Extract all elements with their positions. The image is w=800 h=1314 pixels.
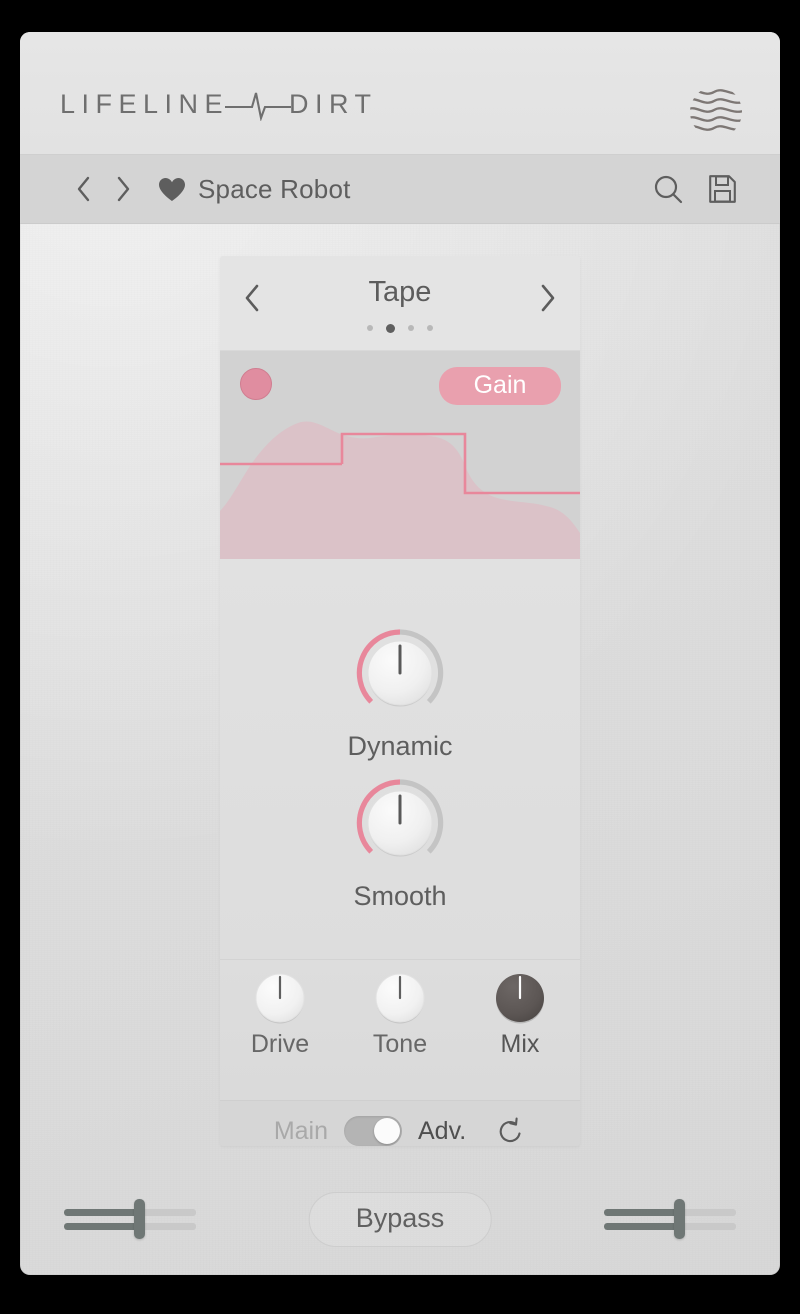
bypass-button[interactable]: Bypass <box>308 1191 492 1247</box>
knob-smooth-dial[interactable] <box>348 771 452 875</box>
chevron-right-icon <box>541 284 555 312</box>
input-slider-fill-top <box>64 1209 140 1216</box>
knob-tone-dial[interactable] <box>372 970 428 1026</box>
module-title: Tape <box>368 276 432 308</box>
module-reset-button[interactable] <box>496 1116 526 1146</box>
heart-icon <box>159 177 185 201</box>
bottom-bar: Bypass <box>20 1163 780 1275</box>
knob-dynamic: Dynamic <box>220 621 580 762</box>
knob-tone: Tone <box>345 970 455 1059</box>
knob-tone-label: Tone <box>372 1030 428 1058</box>
module-page-dots <box>220 323 580 333</box>
plugin-window: LIFELINE DIRT Space Robot Tape Gain Dyna… <box>20 32 780 1275</box>
module-small-knob-row: Drive Tone Mix <box>220 959 580 1100</box>
save-floppy-icon <box>709 175 736 203</box>
module-header: Tape <box>220 256 580 351</box>
output-slider-track-top[interactable] <box>604 1209 736 1216</box>
preset-favorite-button[interactable] <box>158 175 186 203</box>
level-indicator-dot[interactable] <box>240 368 272 400</box>
undo-reset-icon <box>499 1117 521 1143</box>
preset-name[interactable]: Space Robot <box>198 174 351 205</box>
search-icon <box>654 175 683 204</box>
output-slider-fill-bottom <box>604 1223 680 1230</box>
input-slider-handle[interactable] <box>133 1199 145 1239</box>
brand-header: LIFELINE DIRT <box>20 32 780 154</box>
preset-next-button[interactable] <box>106 169 140 209</box>
page-dot-4[interactable] <box>427 325 433 331</box>
preset-prev-button[interactable] <box>66 169 100 209</box>
page-dot-3[interactable] <box>408 325 414 331</box>
gain-badge[interactable]: Gain <box>439 367 561 406</box>
output-slider-handle[interactable] <box>673 1199 685 1239</box>
input-slider-fill-bottom <box>64 1223 140 1230</box>
mode-toggle-switch[interactable] <box>344 1116 402 1146</box>
wavy-sphere-logo-icon <box>690 89 742 131</box>
module-footer: Main Adv. <box>220 1100 580 1146</box>
knob-mix-label: Mix <box>500 1030 540 1058</box>
knob-drive-label: Drive <box>250 1030 310 1058</box>
output-gain-slider[interactable] <box>604 1196 736 1242</box>
module-card: Tape Gain Dynamic Smooth Drive Tone Mix … <box>220 256 580 1146</box>
preset-search-button[interactable] <box>653 174 683 204</box>
module-knob-panel: Dynamic Smooth <box>220 559 580 959</box>
preset-bar: Space Robot <box>20 154 780 224</box>
preset-actions <box>653 174 736 204</box>
output-slider-track-bottom[interactable] <box>604 1223 736 1230</box>
mode-main-label[interactable]: Main <box>274 1117 328 1146</box>
chevron-right-icon <box>117 176 129 202</box>
chevron-left-icon <box>77 176 89 202</box>
knob-mix-dial[interactable] <box>492 970 548 1026</box>
module-next-button[interactable] <box>528 276 568 320</box>
input-gain-slider[interactable] <box>64 1196 196 1242</box>
output-slider-fill-top <box>604 1209 680 1216</box>
input-slider-track-top[interactable] <box>64 1209 196 1216</box>
page-dot-1[interactable] <box>367 325 373 331</box>
module-graph-display[interactable]: Gain <box>220 351 580 559</box>
knob-mix: Mix <box>465 970 575 1059</box>
brand-logo: LIFELINE DIRT <box>60 84 378 124</box>
mode-toggle-handle <box>374 1118 400 1144</box>
page-dot-2[interactable] <box>386 323 395 333</box>
knob-smooth-label: Smooth <box>353 881 447 911</box>
knob-dynamic-dial[interactable] <box>348 621 452 725</box>
brand-name-left: LIFELINE <box>60 88 230 119</box>
knob-drive-dial[interactable] <box>252 970 308 1026</box>
mode-adv-label[interactable]: Adv. <box>418 1117 466 1146</box>
input-slider-track-bottom[interactable] <box>64 1223 196 1230</box>
ecg-pulse-icon <box>225 92 292 121</box>
preset-save-button[interactable] <box>709 175 736 203</box>
knob-dynamic-label: Dynamic <box>347 731 453 761</box>
brand-name-right: DIRT <box>289 88 378 119</box>
knob-drive: Drive <box>225 970 335 1059</box>
knob-smooth: Smooth <box>220 771 580 912</box>
